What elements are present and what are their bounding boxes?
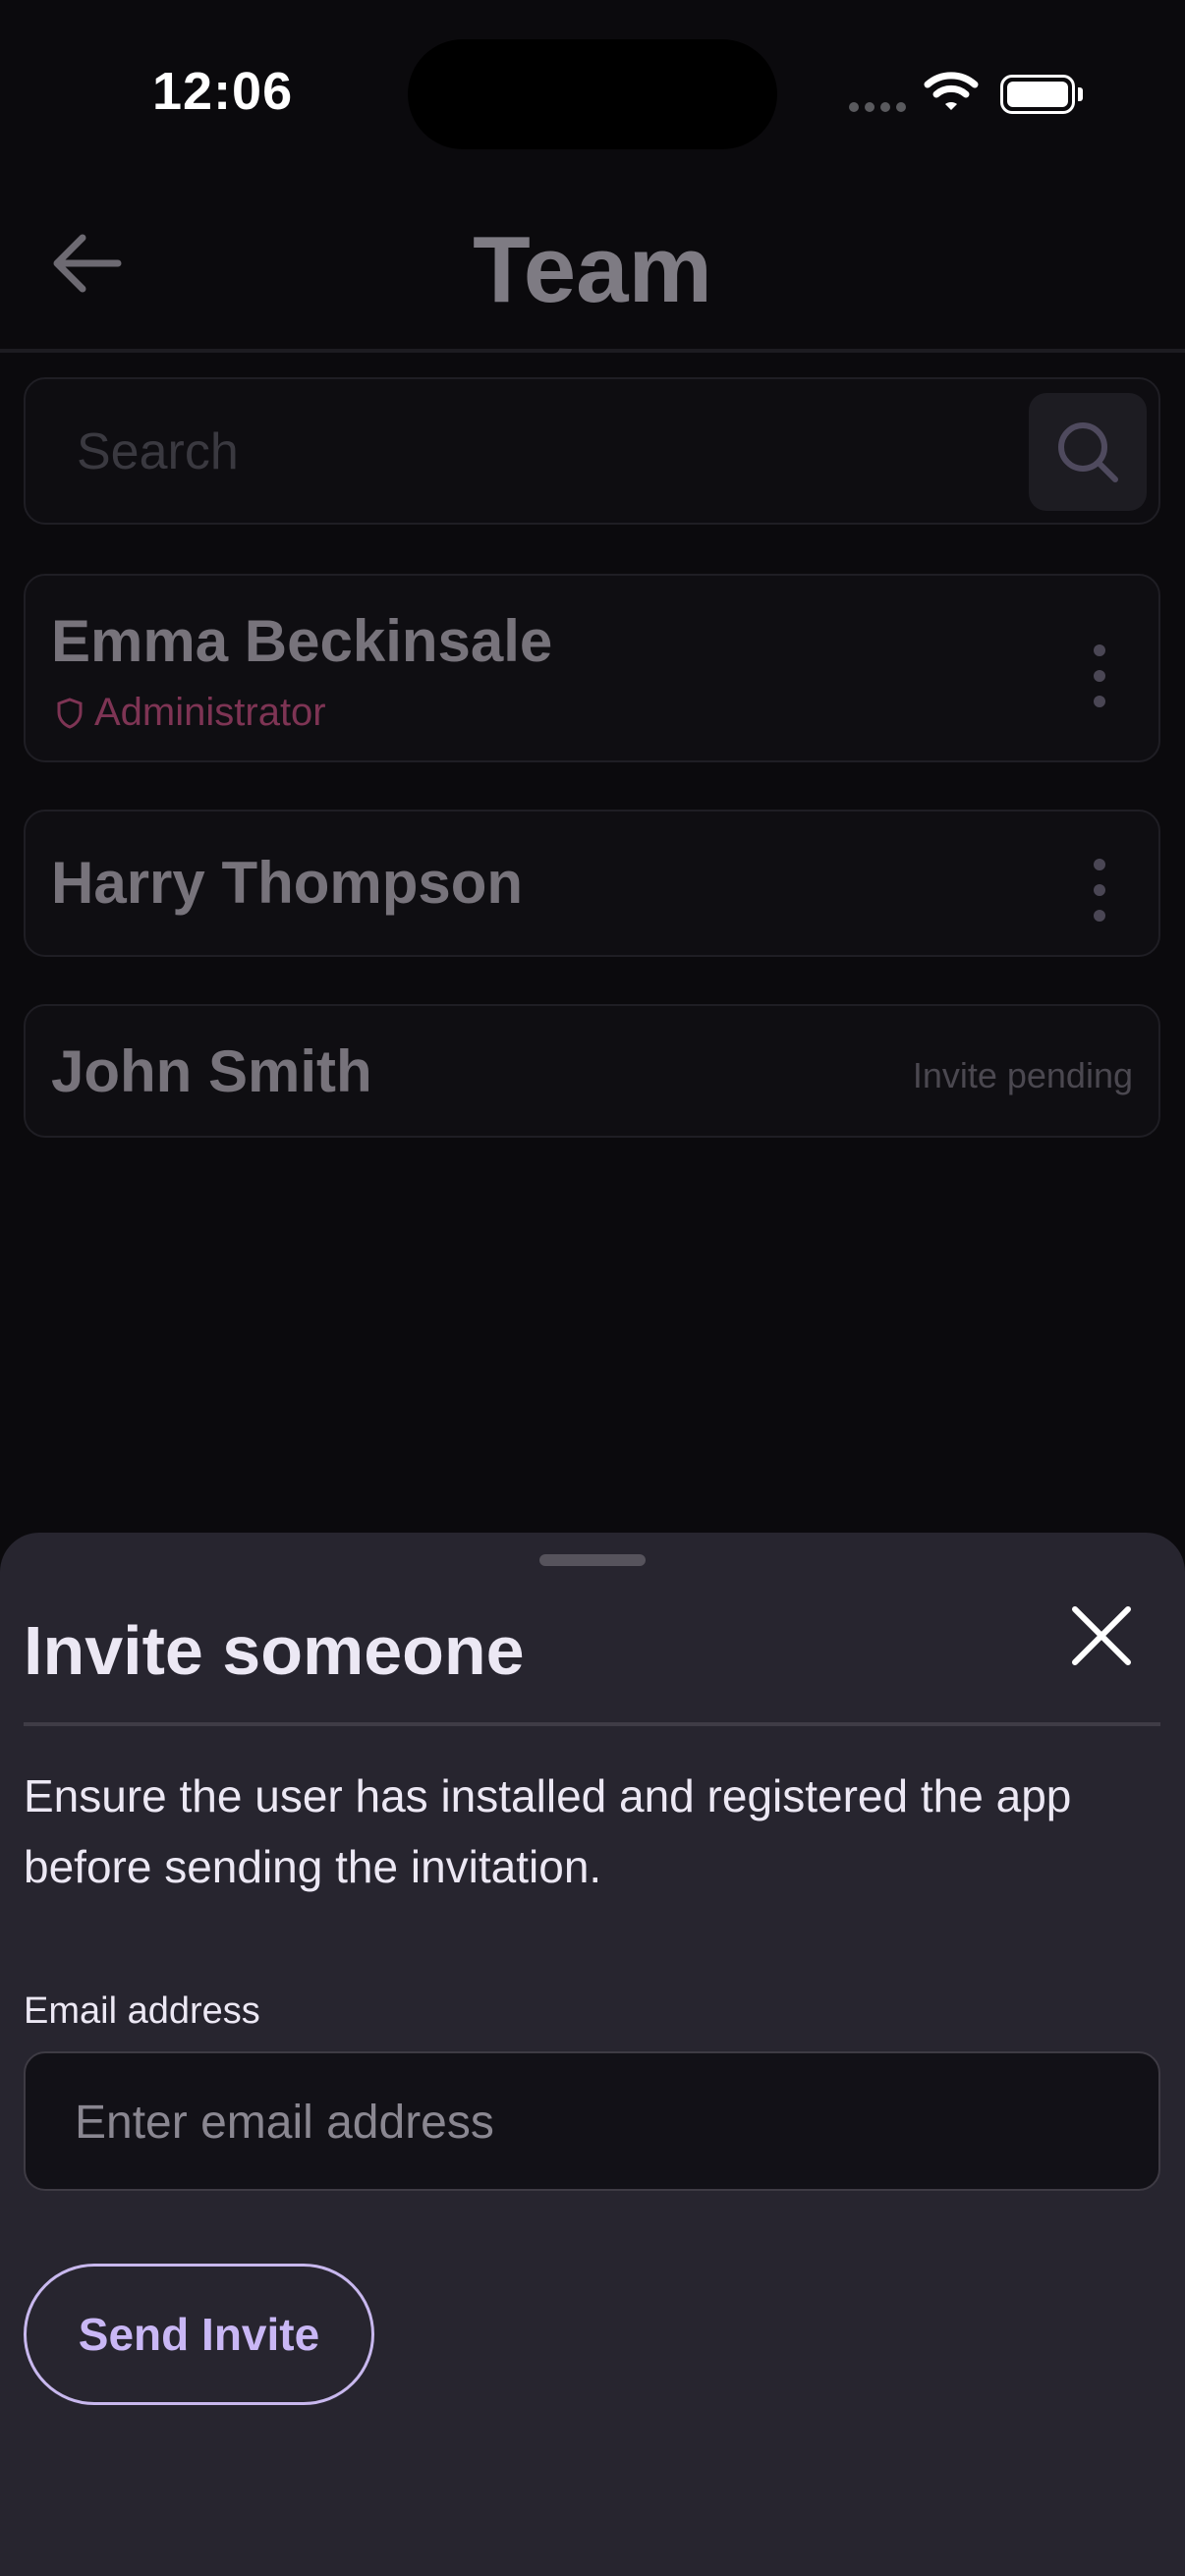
divider — [24, 1722, 1160, 1726]
member-name: Harry Thompson — [51, 850, 524, 916]
member-name: Emma Beckinsale — [51, 608, 553, 674]
team-member-card[interactable]: John Smith Invite pending — [24, 1004, 1160, 1138]
page-title: Team — [473, 217, 712, 322]
close-icon[interactable] — [1069, 1603, 1134, 1668]
shield-icon — [57, 697, 83, 729]
email-field[interactable] — [24, 2051, 1160, 2191]
member-role-label: Administrator — [94, 691, 326, 734]
cellular-signal-icon — [849, 102, 906, 114]
invite-bottom-sheet: Invite someone Ensure the user has insta… — [0, 1533, 1185, 2576]
battery-icon — [1000, 75, 1075, 114]
sheet-description: Ensure the user has installed and regist… — [24, 1770, 1072, 1892]
invite-pending-status: Invite pending — [912, 1055, 1133, 1095]
dynamic-island — [408, 39, 777, 149]
status-bar: 12:06 — [0, 0, 1185, 187]
search-button[interactable] — [1029, 393, 1147, 511]
search-bar[interactable]: Search — [24, 377, 1160, 525]
status-time: 12:06 — [152, 62, 294, 121]
sheet-title: Invite someone — [24, 1612, 525, 1689]
email-input[interactable] — [73, 2053, 1118, 2191]
search-input[interactable]: Search — [77, 422, 239, 481]
search-icon — [1058, 422, 1118, 482]
member-role: Administrator — [55, 691, 326, 735]
wifi-icon — [924, 72, 979, 110]
more-options-icon[interactable] — [1090, 859, 1109, 922]
member-name: John Smith — [51, 1038, 372, 1104]
team-member-card[interactable]: Emma Beckinsale Administrator — [24, 574, 1160, 762]
team-member-card[interactable]: Harry Thompson — [24, 810, 1160, 957]
send-invite-button[interactable]: Send Invite — [24, 2264, 374, 2405]
app-header: Team — [0, 187, 1185, 353]
more-options-icon[interactable] — [1090, 644, 1109, 707]
sheet-grabber[interactable] — [539, 1554, 646, 1566]
email-field-label: Email address — [24, 1990, 260, 2032]
